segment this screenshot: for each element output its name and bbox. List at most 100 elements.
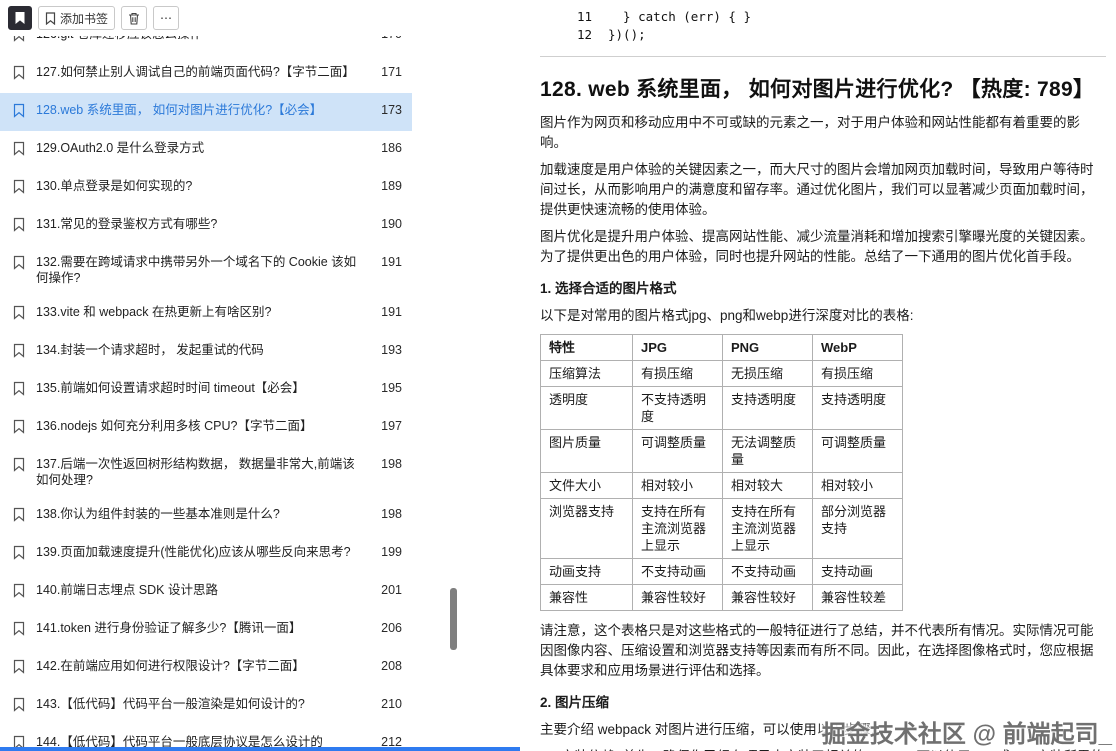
- table-row: 文件大小相对较小相对较大相对较小: [541, 473, 903, 499]
- section-divider: [540, 56, 1106, 57]
- table-cell: 兼容性较好: [633, 585, 723, 611]
- sidebar-progress-bar: [0, 747, 520, 751]
- bookmark-panel-icon: [14, 11, 26, 25]
- paragraph: 图片优化是提升用户体验、提高网站性能、减少流量消耗和增加搜索引擎曝光度的关键因素…: [540, 227, 1106, 267]
- bookmark-panel-button[interactable]: [8, 6, 32, 30]
- table-cell: 支持透明度: [723, 387, 813, 430]
- table-intro: 以下是对常用的图片格式jpg、png和webp进行深度对比的表格:: [540, 306, 1106, 326]
- more-options-button[interactable]: ⋯: [153, 6, 179, 30]
- bookmark-label: 133.vite 和 webpack 在热更新上有啥区别?: [36, 304, 362, 320]
- bookmark-label: 136.nodejs 如何充分利用多核 CPU?【字节二面】: [36, 418, 362, 434]
- bookmark-item[interactable]: 136.nodejs 如何充分利用多核 CPU?【字节二面】 197: [0, 409, 412, 447]
- table-header-cell: JPG: [633, 335, 723, 361]
- bookmark-page-number: 206: [368, 620, 402, 636]
- code-text: })();: [608, 26, 646, 44]
- delete-bookmark-button[interactable]: [121, 6, 147, 30]
- bookmark-item[interactable]: 129.OAuth2.0 是什么登录方式 186: [0, 131, 412, 169]
- format-comparison-table: 特性JPGPNGWebP 压缩算法有损压缩无损压缩有损压缩透明度不支持透明度支持…: [540, 334, 903, 611]
- table-cell: 动画支持: [541, 559, 633, 585]
- table-cell: 不支持透明度: [633, 387, 723, 430]
- bookmark-page-number: 191: [368, 254, 402, 270]
- bookmark-icon: [12, 141, 27, 160]
- table-row: 兼容性兼容性较好兼容性较好兼容性较差: [541, 585, 903, 611]
- paragraph: 加载速度是用户体验的关键因素之一，而大尺寸的图片会增加网页加载时间，导致用户等待…: [540, 160, 1106, 220]
- table-header-cell: WebP: [813, 335, 903, 361]
- bookmark-item[interactable]: 134.封装一个请求超时， 发起重试的代码 193: [0, 333, 412, 371]
- bookmark-icon: [12, 545, 27, 564]
- table-row: 压缩算法有损压缩无损压缩有损压缩: [541, 361, 903, 387]
- bookmark-icon: [12, 659, 27, 678]
- bookmark-page-number: 173: [368, 102, 402, 118]
- bookmark-icon: [12, 697, 27, 716]
- table-cell: 支持透明度: [813, 387, 903, 430]
- bookmark-page-number: 198: [368, 456, 402, 472]
- bookmark-label: 128.web 系统里面， 如何对图片进行优化?【必会】: [36, 102, 362, 118]
- bookmark-item[interactable]: 133.vite 和 webpack 在热更新上有啥区别? 191: [0, 295, 412, 333]
- bookmark-item[interactable]: 139.页面加载速度提升(性能优化)应该从哪些反向来思考? 199: [0, 535, 412, 573]
- table-cell: 部分浏览器支持: [813, 499, 903, 559]
- pdf-reader-window: 添加书签 ⋯ 126.git 仓库迁移应该怎么操作 170 127.如何禁: [0, 0, 1116, 751]
- bookmark-icon: [12, 65, 27, 84]
- bookmark-item[interactable]: 127.如何禁止别人调试自己的前端页面代码?【字节二面】 171: [0, 55, 412, 93]
- bookmark-icon: [12, 103, 27, 122]
- bookmarks-panel: 添加书签 ⋯ 126.git 仓库迁移应该怎么操作 170 127.如何禁: [0, 0, 460, 751]
- bookmark-label: 132.需要在跨域请求中携带另外一个域名下的 Cookie 该如何操作?: [36, 254, 362, 286]
- bookmark-item[interactable]: 140.前端日志埋点 SDK 设计思路 201: [0, 573, 412, 611]
- bookmark-item[interactable]: 138.你认为组件封装的一些基本准则是什么? 198: [0, 497, 412, 535]
- bookmark-item[interactable]: 131.常见的登录鉴权方式有哪些? 190: [0, 207, 412, 245]
- bookmark-label: 137.后端一次性返回树形结构数据， 数据量非常大,前端该如何处理?: [36, 456, 362, 488]
- bookmark-page-number: 195: [368, 380, 402, 396]
- bookmark-item[interactable]: 142.在前端应用如何进行权限设计?【字节二面】 208: [0, 649, 412, 687]
- table-cell: 有损压缩: [633, 361, 723, 387]
- bookmark-item[interactable]: 135.前端如何设置请求超时时间 timeout【必会】 195: [0, 371, 412, 409]
- bookmark-icon: [12, 255, 27, 274]
- bookmark-page-number: 189: [368, 178, 402, 194]
- more-options-icon: ⋯: [160, 11, 172, 25]
- table-cell: 文件大小: [541, 473, 633, 499]
- bookmark-label: 131.常见的登录鉴权方式有哪些?: [36, 216, 362, 232]
- bookmark-icon: [12, 419, 27, 438]
- table-cell: 浏览器支持: [541, 499, 633, 559]
- document-view: 11 } catch (err) { } 12 })(); 128. web 系…: [460, 0, 1116, 751]
- bookmark-label: 142.在前端应用如何进行权限设计?【字节二面】: [36, 658, 362, 674]
- table-cell: 有损压缩: [813, 361, 903, 387]
- bookmark-page-number: 208: [368, 658, 402, 674]
- bookmark-page-number: 197: [368, 418, 402, 434]
- bookmark-item[interactable]: 128.web 系统里面， 如何对图片进行优化?【必会】 173: [0, 93, 412, 131]
- table-row: 透明度不支持透明度支持透明度支持透明度: [541, 387, 903, 430]
- bookmark-label: 141.token 进行身份验证了解多少?【腾讯一面】: [36, 620, 362, 636]
- line-number: 11: [540, 8, 592, 26]
- bookmark-page-number: 190: [368, 216, 402, 232]
- section-title-2: 2. 图片压缩: [540, 693, 1106, 713]
- table-row: 图片质量可调整质量无法调整质量可调整质量: [541, 430, 903, 473]
- bookmark-item[interactable]: 137.后端一次性返回树形结构数据， 数据量非常大,前端该如何处理? 198: [0, 447, 412, 497]
- bookmark-item[interactable]: 130.单点登录是如何实现的? 189: [0, 169, 412, 207]
- sidebar-scrollbar-thumb[interactable]: [450, 588, 457, 650]
- intro-paragraphs: 图片作为网页和移动应用中不可或缺的元素之一，对于用户体验和网站性能都有着重要的影…: [540, 113, 1106, 267]
- bookmark-icon: [12, 179, 27, 198]
- bookmark-page-number: 193: [368, 342, 402, 358]
- question-heading: 128. web 系统里面， 如何对图片进行优化? 【热度: 789】: [540, 73, 1106, 103]
- bookmark-item[interactable]: 132.需要在跨域请求中携带另外一个域名下的 Cookie 该如何操作? 191: [0, 245, 412, 295]
- table-row: 动画支持不支持动画不支持动画支持动画: [541, 559, 903, 585]
- code-line: 11 } catch (err) { }: [540, 8, 1106, 26]
- table-cell: 可调整质量: [633, 430, 723, 473]
- table-cell: 可调整质量: [813, 430, 903, 473]
- bookmark-icon: [12, 457, 27, 476]
- add-bookmark-label: 添加书签: [60, 10, 108, 27]
- bookmark-item[interactable]: 141.token 进行身份验证了解多少?【腾讯一面】 206: [0, 611, 412, 649]
- table-body: 压缩算法有损压缩无损压缩有损压缩透明度不支持透明度支持透明度支持透明度图片质量可…: [541, 361, 903, 611]
- bookmark-item[interactable]: 143.【低代码】代码平台一般渲染是如何设计的? 210: [0, 687, 412, 725]
- trash-icon: [128, 12, 140, 25]
- step-number: 1.: [540, 747, 551, 751]
- code-text: } catch (err) { }: [608, 8, 751, 26]
- bookmark-icon: [12, 217, 27, 236]
- table-cell: 支持在所有主流浏览器上显示: [723, 499, 813, 559]
- code-line: 12 })();: [540, 26, 1106, 44]
- table-cell: 兼容性较好: [723, 585, 813, 611]
- bookmark-label: 129.OAuth2.0 是什么登录方式: [36, 140, 362, 156]
- add-bookmark-icon: [45, 12, 56, 25]
- bookmark-page-number: 201: [368, 582, 402, 598]
- add-bookmark-button[interactable]: 添加书签: [38, 6, 115, 30]
- table-header-cell: 特性: [541, 335, 633, 361]
